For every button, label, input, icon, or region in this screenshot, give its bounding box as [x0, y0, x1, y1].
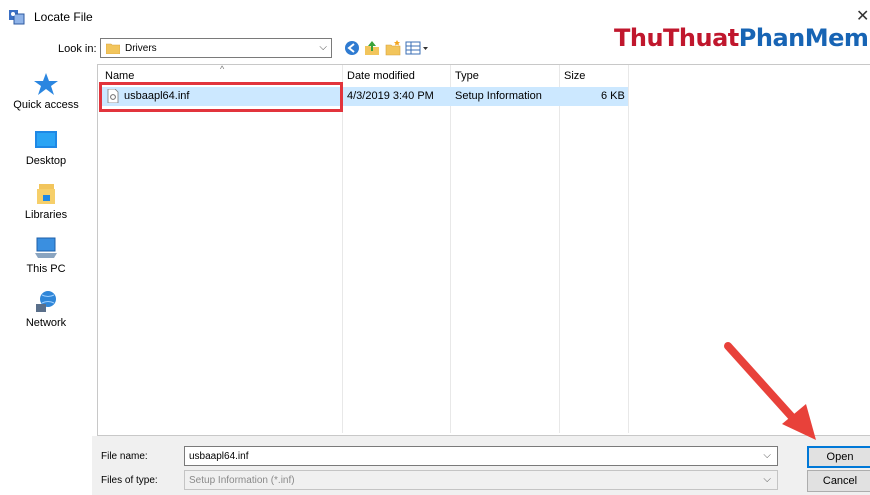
column-divider [628, 65, 629, 433]
file-name-value: usbaapl64.inf [189, 451, 249, 462]
look-in-value: Drivers [125, 43, 157, 54]
column-divider [342, 65, 343, 433]
place-label: Libraries [24, 209, 68, 221]
look-in-label: Look in: [58, 43, 97, 55]
network-icon [36, 291, 56, 312]
open-button[interactable]: Open [807, 446, 870, 468]
place-label: Quick access [13, 99, 79, 111]
chevron-down-icon[interactable]: ⌵ [763, 450, 771, 461]
place-desktop[interactable]: Desktop [0, 130, 92, 167]
place-label: Desktop [25, 155, 67, 167]
file-name-input[interactable]: usbaapl64.inf ⌵ [184, 446, 778, 466]
place-quick-access[interactable]: Quick access [0, 72, 92, 111]
star-icon [34, 73, 58, 95]
dialog-footer: File name: usbaapl64.inf ⌵ Files of type… [92, 436, 870, 495]
file-size-cell: 6 KB [601, 90, 625, 102]
file-type-select[interactable]: Setup Information (*.inf) ⌵ [184, 470, 778, 490]
cancel-button[interactable]: Cancel [807, 470, 870, 492]
place-this-pc[interactable]: This PC [0, 236, 92, 275]
file-type-value: Setup Information (*.inf) [189, 475, 295, 486]
file-date-cell: 4/3/2019 3:40 PM [347, 90, 434, 102]
desktop-icon [35, 131, 57, 148]
watermark-part2: PhanMem.vn [738, 24, 870, 52]
places-bar: Quick access Desktop Libraries This PC N… [0, 62, 92, 492]
sort-ascending-icon: ^ [220, 64, 225, 74]
column-divider [450, 65, 451, 433]
folder-icon [106, 43, 120, 54]
place-network[interactable]: Network [0, 290, 92, 329]
file-type-label: Files of type: [101, 475, 158, 486]
column-header-date[interactable]: Date modified [347, 70, 415, 82]
column-header-type[interactable]: Type [455, 70, 479, 82]
chevron-down-icon: ⌵ [319, 42, 327, 53]
close-icon[interactable]: ✕ [856, 6, 869, 26]
new-folder-icon[interactable] [385, 40, 401, 56]
place-libraries[interactable]: Libraries [0, 182, 92, 221]
place-label: This PC [26, 263, 66, 275]
locate-file-icon [9, 10, 25, 25]
annotation-arrow-icon [724, 342, 816, 440]
file-name-label: File name: [101, 451, 148, 462]
place-label: Network [25, 317, 67, 329]
window-title: Locate File [34, 10, 93, 24]
file-type-cell: Setup Information [455, 90, 542, 102]
column-divider [559, 65, 560, 433]
libraries-icon [37, 184, 55, 204]
highlight-box [99, 82, 343, 112]
column-header-size[interactable]: Size [564, 70, 585, 82]
computer-icon [35, 237, 57, 258]
view-menu-icon[interactable] [405, 40, 429, 56]
look-in-dropdown[interactable]: Drivers ⌵ [100, 38, 332, 58]
watermark-part1: ThuThuat [614, 24, 739, 52]
chevron-down-icon: ⌵ [763, 474, 771, 485]
column-header-name[interactable]: Name [105, 70, 134, 82]
up-folder-icon[interactable] [364, 40, 380, 56]
back-icon[interactable] [344, 40, 360, 56]
watermark-logo: ThuThuatPhanMem.vn [614, 24, 870, 52]
